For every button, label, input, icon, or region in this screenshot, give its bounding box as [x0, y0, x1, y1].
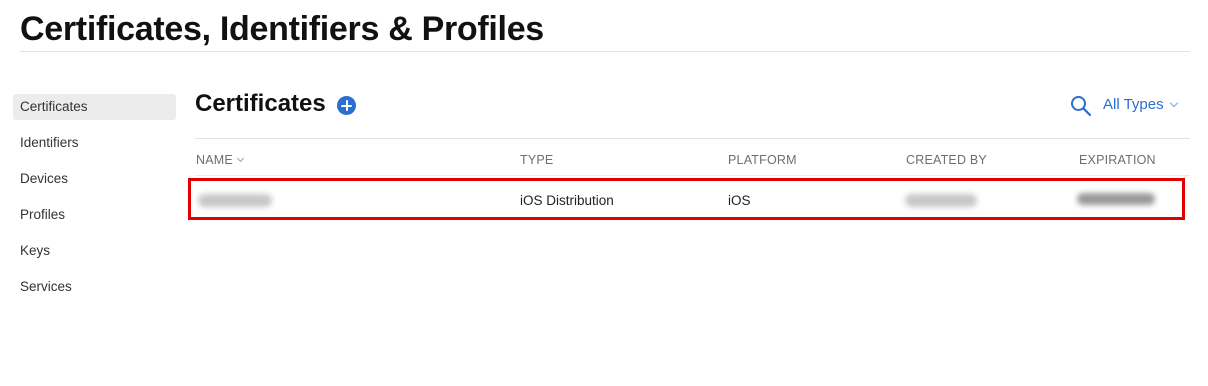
cell-type: iOS Distribution	[520, 193, 614, 208]
page-title: Certificates, Identifiers & Profiles	[20, 10, 544, 48]
search-button[interactable]	[1070, 95, 1092, 117]
add-certificate-button[interactable]	[337, 96, 356, 115]
type-filter-dropdown[interactable]: All Types	[1103, 96, 1178, 113]
redacted-created-by	[905, 194, 977, 207]
column-header-created-by: CREATED BY	[906, 153, 987, 167]
magnifying-glass-icon	[1071, 96, 1092, 117]
sidebar: Certificates Identifiers Devices Profile…	[13, 94, 176, 310]
sidebar-item-profiles[interactable]: Profiles	[13, 202, 176, 228]
redacted-expiration	[1077, 193, 1155, 205]
sidebar-item-keys[interactable]: Keys	[13, 238, 176, 264]
section-title: Certificates	[195, 90, 326, 117]
type-filter-label: All Types	[1103, 96, 1164, 113]
title-divider	[20, 51, 1190, 52]
sidebar-item-devices[interactable]: Devices	[13, 166, 176, 192]
column-header-platform: PLATFORM	[728, 153, 797, 167]
sidebar-item-identifiers[interactable]: Identifiers	[13, 130, 176, 156]
table-row[interactable]	[188, 178, 1185, 220]
sidebar-item-certificates[interactable]: Certificates	[13, 94, 176, 120]
redacted-name	[198, 194, 272, 207]
chevron-down-icon	[1169, 98, 1178, 108]
header-divider	[195, 175, 1190, 176]
column-header-name[interactable]: NAME	[196, 153, 244, 167]
column-header-expiration: EXPIRATION	[1079, 153, 1156, 167]
sort-chevron-icon	[236, 154, 244, 163]
cell-platform: iOS	[728, 193, 751, 208]
column-header-name-label: NAME	[196, 153, 233, 167]
sidebar-item-services[interactable]: Services	[13, 274, 176, 300]
column-header-type: TYPE	[520, 153, 554, 167]
table-top-divider	[195, 138, 1190, 139]
